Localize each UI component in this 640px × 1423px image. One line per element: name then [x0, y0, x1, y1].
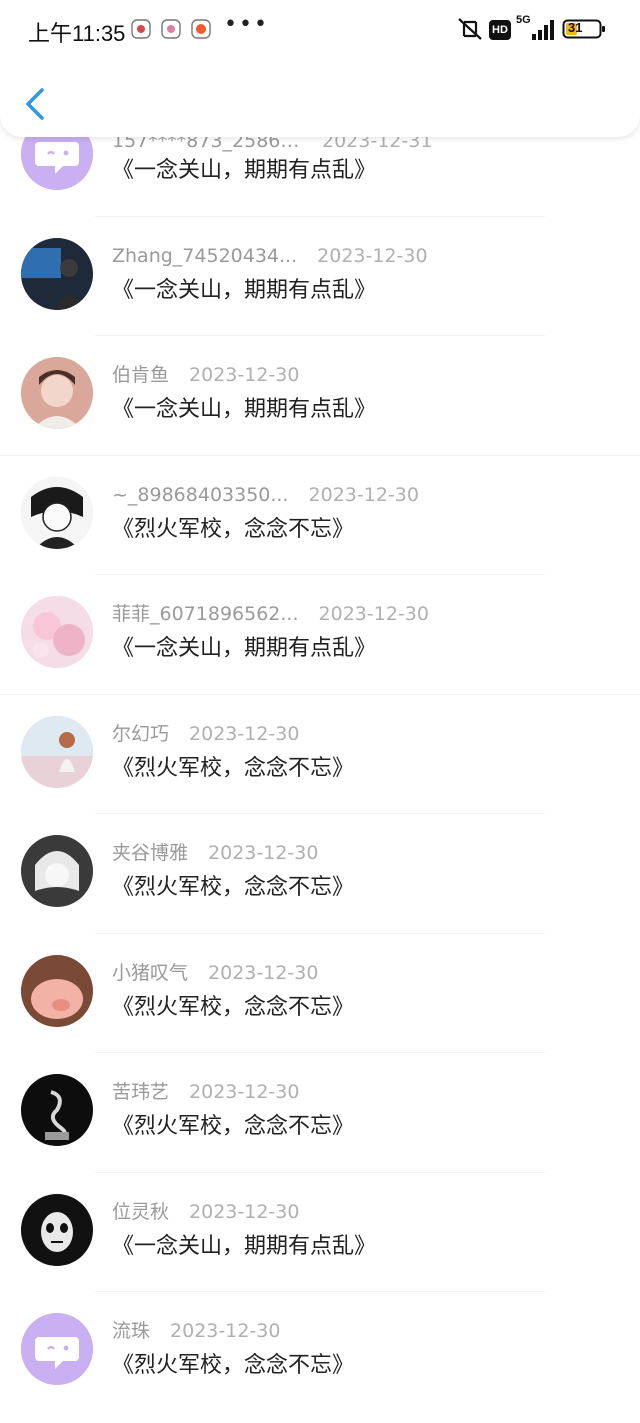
- list-item[interactable]: 伯肯鱼 2023-12-30 《一念关山，期期有点乱》: [0, 336, 640, 456]
- user-name[interactable]: Zhang_74520434...: [112, 242, 297, 270]
- user-avatar[interactable]: [21, 1074, 93, 1146]
- user-avatar[interactable]: [21, 1193, 93, 1266]
- comment-date: 2023-12-30: [189, 722, 300, 745]
- list-item[interactable]: 苦玮艺 2023-12-30 《烈火军校，念念不忘》: [0, 1053, 640, 1173]
- mute-vibrate-icon: [458, 18, 482, 40]
- more-notifications-icon: •••: [224, 12, 269, 37]
- book-title[interactable]: 《烈火军校，念念不忘》: [112, 1350, 354, 1382]
- top-bar: 上午11:35 ••• HD 5G 31: [0, 0, 640, 137]
- battery-level: 31: [568, 20, 583, 35]
- user-name[interactable]: 流珠: [112, 1317, 150, 1345]
- book-title[interactable]: 《一念关山，期期有点乱》: [112, 633, 376, 665]
- list-item[interactable]: 流珠 2023-12-30 《烈火军校，念念不忘》: [0, 1292, 640, 1412]
- book-title[interactable]: 《烈火军校，念念不忘》: [112, 872, 354, 904]
- comment-date: 2023-12-30: [170, 1320, 281, 1342]
- user-avatar[interactable]: [21, 835, 93, 907]
- list-item[interactable]: 菲菲_6071896562... 2023-12-30 《一念关山，期期有点乱》: [0, 575, 640, 695]
- user-avatar[interactable]: [21, 715, 93, 788]
- user-avatar[interactable]: [21, 596, 93, 668]
- book-title[interactable]: 《一念关山，期期有点乱》: [112, 1231, 376, 1263]
- list-item[interactable]: ~_89868403350... 2023-12-30 《烈火军校，念念不忘》: [0, 456, 640, 575]
- list-item[interactable]: 位灵秋 2023-12-30 《一念关山，期期有点乱》: [0, 1173, 640, 1292]
- user-name[interactable]: 伯肯鱼: [112, 361, 169, 389]
- list-item[interactable]: 小猪叹气 2023-12-30 《烈火军校，念念不忘》: [0, 934, 640, 1053]
- app-notification-icon: [131, 19, 151, 39]
- user-name[interactable]: 位灵秋: [112, 1198, 169, 1226]
- list-item[interactable]: 夹谷博雅 2023-12-30 《烈火军校，念念不忘》: [0, 814, 640, 934]
- default-chat-avatar-icon[interactable]: [21, 1313, 93, 1385]
- book-title[interactable]: 《烈火军校，念念不忘》: [112, 992, 354, 1024]
- app-notification-icon: [161, 19, 181, 39]
- signal-strength-icon: [532, 20, 554, 40]
- comment-date: 2023-12-30: [189, 1200, 300, 1223]
- comment-date: 2023-12-30: [189, 1081, 300, 1103]
- app-notification-icon: [191, 19, 211, 39]
- user-name[interactable]: 夹谷博雅: [112, 839, 188, 867]
- book-title[interactable]: 《烈火军校，念念不忘》: [112, 1111, 354, 1143]
- user-avatar[interactable]: [21, 237, 93, 310]
- comment-date: 2023-12-30: [208, 961, 319, 984]
- book-title[interactable]: 《一念关山，期期有点乱》: [112, 155, 376, 187]
- hd-badge: HD: [489, 20, 511, 40]
- user-name[interactable]: 尔幻巧: [112, 720, 169, 748]
- comment-date: 2023-12-30: [317, 244, 428, 267]
- user-name[interactable]: 小猪叹气: [112, 959, 188, 987]
- list-item[interactable]: 尔幻巧 2023-12-30 《烈火军校，念念不忘》: [0, 695, 640, 814]
- user-name[interactable]: ~_89868403350...: [112, 481, 289, 509]
- status-time: 上午11:35: [28, 21, 126, 46]
- user-avatar[interactable]: [21, 476, 93, 549]
- comment-list: 157****873_25864... 2023-12-31 《一念关山，期期有点…: [0, 97, 640, 1412]
- book-title[interactable]: 《一念关山，期期有点乱》: [112, 275, 376, 307]
- comment-date: 2023-12-30: [308, 483, 419, 506]
- comment-date: 2023-12-30: [318, 603, 429, 625]
- comment-date: 2023-12-30: [189, 364, 300, 386]
- list-item[interactable]: Zhang_74520434... 2023-12-30 《一念关山，期期有点乱》: [0, 217, 640, 336]
- book-title[interactable]: 《一念关山，期期有点乱》: [112, 394, 376, 426]
- book-title[interactable]: 《烈火军校，念念不忘》: [112, 514, 354, 546]
- user-name[interactable]: 菲菲_6071896562...: [112, 600, 299, 628]
- book-title[interactable]: 《烈火军校，念念不忘》: [112, 753, 354, 785]
- user-name[interactable]: 苦玮艺: [112, 1078, 169, 1106]
- chevron-left-icon[interactable]: [18, 84, 52, 124]
- user-avatar[interactable]: [21, 357, 93, 429]
- user-avatar[interactable]: [21, 954, 93, 1027]
- comment-date: 2023-12-30: [208, 842, 319, 864]
